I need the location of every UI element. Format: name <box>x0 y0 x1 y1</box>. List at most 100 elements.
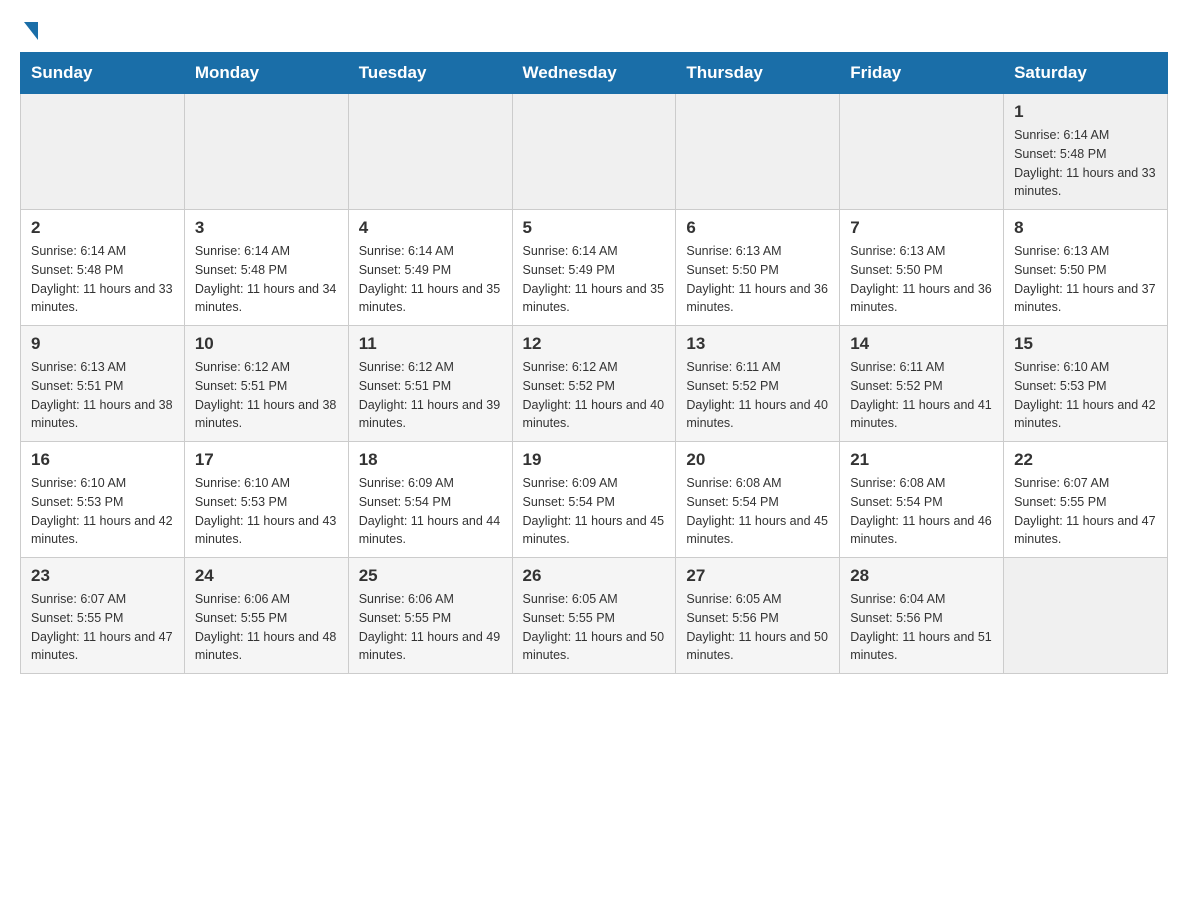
day-info: Sunrise: 6:09 AMSunset: 5:54 PMDaylight:… <box>523 474 666 549</box>
day-info: Sunrise: 6:13 AMSunset: 5:51 PMDaylight:… <box>31 358 174 433</box>
day-number: 26 <box>523 566 666 586</box>
calendar-cell: 24Sunrise: 6:06 AMSunset: 5:55 PMDayligh… <box>184 558 348 674</box>
calendar-cell: 25 Sunrise: 6:06 AMSunset: 5:55 PMDayligh… <box>348 558 512 674</box>
page-header <box>20 20 1168 36</box>
day-number: 9 <box>31 334 174 354</box>
day-number: 13 <box>686 334 829 354</box>
calendar-week-row: 1Sunrise: 6:14 AMSunset: 5:48 PMDaylight… <box>21 94 1168 210</box>
day-number: 23 <box>31 566 174 586</box>
day-number: 17 <box>195 450 338 470</box>
day-number: 21 <box>850 450 993 470</box>
calendar-cell: 21 Sunrise: 6:08 AMSunset: 5:54 PMDayligh… <box>840 442 1004 558</box>
day-info: Sunrise: 6:14 AMSunset: 5:48 PMDaylight:… <box>31 242 174 317</box>
day-info: Sunrise: 6:12 AMSunset: 5:51 PMDaylight:… <box>359 358 502 433</box>
day-number: 25 <box>359 566 502 586</box>
calendar-week-row: 23 Sunrise: 6:07 AMSunset: 5:55 PMDayligh… <box>21 558 1168 674</box>
calendar-table: SundayMondayTuesdayWednesdayThursdayFrid… <box>20 52 1168 674</box>
calendar-cell: 1Sunrise: 6:14 AMSunset: 5:48 PMDaylight… <box>1004 94 1168 210</box>
day-number: 14 <box>850 334 993 354</box>
day-info: Sunrise: 6:10 AMSunset: 5:53 PMDaylight:… <box>1014 358 1157 433</box>
calendar-cell: 3 Sunrise: 6:14 AMSunset: 5:48 PMDaylight… <box>184 210 348 326</box>
calendar-cell: 14 Sunrise: 6:11 AMSunset: 5:52 PMDayligh… <box>840 326 1004 442</box>
calendar-cell: 15 Sunrise: 6:10 AMSunset: 5:53 PMDayligh… <box>1004 326 1168 442</box>
day-info: Sunrise: 6:11 AMSunset: 5:52 PMDaylight:… <box>850 358 993 433</box>
calendar-cell: 22 Sunrise: 6:07 AMSunset: 5:55 PMDayligh… <box>1004 442 1168 558</box>
column-header-tuesday: Tuesday <box>348 53 512 94</box>
day-info: Sunrise: 6:05 AMSunset: 5:56 PMDaylight:… <box>686 590 829 665</box>
calendar-cell <box>21 94 185 210</box>
day-number: 28 <box>850 566 993 586</box>
calendar-cell: 28 Sunrise: 6:04 AMSunset: 5:56 PMDayligh… <box>840 558 1004 674</box>
column-header-thursday: Thursday <box>676 53 840 94</box>
calendar-cell: 26 Sunrise: 6:05 AMSunset: 5:55 PMDayligh… <box>512 558 676 674</box>
day-info: Sunrise: 6:14 AMSunset: 5:49 PMDaylight:… <box>523 242 666 317</box>
calendar-cell: 13Sunrise: 6:11 AMSunset: 5:52 PMDayligh… <box>676 326 840 442</box>
calendar-cell: 2 Sunrise: 6:14 AMSunset: 5:48 PMDaylight… <box>21 210 185 326</box>
day-info: Sunrise: 6:06 AMSunset: 5:55 PMDaylight:… <box>195 590 338 665</box>
calendar-cell <box>184 94 348 210</box>
day-info: Sunrise: 6:09 AMSunset: 5:54 PMDaylight:… <box>359 474 502 549</box>
column-header-friday: Friday <box>840 53 1004 94</box>
calendar-cell: 8 Sunrise: 6:13 AMSunset: 5:50 PMDaylight… <box>1004 210 1168 326</box>
day-number: 2 <box>31 218 174 238</box>
column-header-monday: Monday <box>184 53 348 94</box>
day-info: Sunrise: 6:07 AMSunset: 5:55 PMDaylight:… <box>1014 474 1157 549</box>
calendar-cell: 16Sunrise: 6:10 AMSunset: 5:53 PMDayligh… <box>21 442 185 558</box>
day-number: 11 <box>359 334 502 354</box>
day-number: 10 <box>195 334 338 354</box>
calendar-cell: 18 Sunrise: 6:09 AMSunset: 5:54 PMDayligh… <box>348 442 512 558</box>
day-number: 4 <box>359 218 502 238</box>
column-header-sunday: Sunday <box>21 53 185 94</box>
day-info: Sunrise: 6:13 AMSunset: 5:50 PMDaylight:… <box>1014 242 1157 317</box>
logo-general-text <box>20 20 38 40</box>
day-info: Sunrise: 6:13 AMSunset: 5:50 PMDaylight:… <box>850 242 993 317</box>
calendar-cell: 19 Sunrise: 6:09 AMSunset: 5:54 PMDayligh… <box>512 442 676 558</box>
calendar-cell: 5 Sunrise: 6:14 AMSunset: 5:49 PMDaylight… <box>512 210 676 326</box>
logo <box>20 20 38 36</box>
calendar-week-row: 2 Sunrise: 6:14 AMSunset: 5:48 PMDaylight… <box>21 210 1168 326</box>
calendar-header-row: SundayMondayTuesdayWednesdayThursdayFrid… <box>21 53 1168 94</box>
calendar-cell: 6 Sunrise: 6:13 AMSunset: 5:50 PMDaylight… <box>676 210 840 326</box>
calendar-cell: 11 Sunrise: 6:12 AMSunset: 5:51 PMDayligh… <box>348 326 512 442</box>
calendar-cell: 12Sunrise: 6:12 AMSunset: 5:52 PMDayligh… <box>512 326 676 442</box>
day-number: 18 <box>359 450 502 470</box>
logo-arrow-icon <box>24 22 38 40</box>
calendar-cell <box>676 94 840 210</box>
day-number: 5 <box>523 218 666 238</box>
day-number: 20 <box>686 450 829 470</box>
day-number: 8 <box>1014 218 1157 238</box>
day-info: Sunrise: 6:10 AMSunset: 5:53 PMDaylight:… <box>31 474 174 549</box>
column-header-wednesday: Wednesday <box>512 53 676 94</box>
calendar-cell: 4 Sunrise: 6:14 AMSunset: 5:49 PMDaylight… <box>348 210 512 326</box>
day-info: Sunrise: 6:08 AMSunset: 5:54 PMDaylight:… <box>850 474 993 549</box>
day-info: Sunrise: 6:14 AMSunset: 5:48 PMDaylight:… <box>195 242 338 317</box>
calendar-cell: 17Sunrise: 6:10 AMSunset: 5:53 PMDayligh… <box>184 442 348 558</box>
day-info: Sunrise: 6:14 AMSunset: 5:48 PMDaylight:… <box>1014 126 1157 201</box>
day-info: Sunrise: 6:14 AMSunset: 5:49 PMDaylight:… <box>359 242 502 317</box>
calendar-cell <box>840 94 1004 210</box>
day-info: Sunrise: 6:04 AMSunset: 5:56 PMDaylight:… <box>850 590 993 665</box>
day-number: 6 <box>686 218 829 238</box>
day-info: Sunrise: 6:07 AMSunset: 5:55 PMDaylight:… <box>31 590 174 665</box>
day-number: 15 <box>1014 334 1157 354</box>
calendar-week-row: 9 Sunrise: 6:13 AMSunset: 5:51 PMDaylight… <box>21 326 1168 442</box>
day-number: 7 <box>850 218 993 238</box>
calendar-cell: 27Sunrise: 6:05 AMSunset: 5:56 PMDayligh… <box>676 558 840 674</box>
day-info: Sunrise: 6:05 AMSunset: 5:55 PMDaylight:… <box>523 590 666 665</box>
day-number: 19 <box>523 450 666 470</box>
calendar-week-row: 16Sunrise: 6:10 AMSunset: 5:53 PMDayligh… <box>21 442 1168 558</box>
calendar-cell: 10 Sunrise: 6:12 AMSunset: 5:51 PMDayligh… <box>184 326 348 442</box>
column-header-saturday: Saturday <box>1004 53 1168 94</box>
day-number: 12 <box>523 334 666 354</box>
day-info: Sunrise: 6:08 AMSunset: 5:54 PMDaylight:… <box>686 474 829 549</box>
day-info: Sunrise: 6:13 AMSunset: 5:50 PMDaylight:… <box>686 242 829 317</box>
calendar-cell: 7 Sunrise: 6:13 AMSunset: 5:50 PMDaylight… <box>840 210 1004 326</box>
calendar-cell <box>512 94 676 210</box>
day-info: Sunrise: 6:06 AMSunset: 5:55 PMDaylight:… <box>359 590 502 665</box>
calendar-cell: 20 Sunrise: 6:08 AMSunset: 5:54 PMDayligh… <box>676 442 840 558</box>
calendar-cell: 9 Sunrise: 6:13 AMSunset: 5:51 PMDaylight… <box>21 326 185 442</box>
calendar-cell: 23 Sunrise: 6:07 AMSunset: 5:55 PMDayligh… <box>21 558 185 674</box>
day-number: 3 <box>195 218 338 238</box>
day-number: 22 <box>1014 450 1157 470</box>
day-info: Sunrise: 6:12 AMSunset: 5:51 PMDaylight:… <box>195 358 338 433</box>
